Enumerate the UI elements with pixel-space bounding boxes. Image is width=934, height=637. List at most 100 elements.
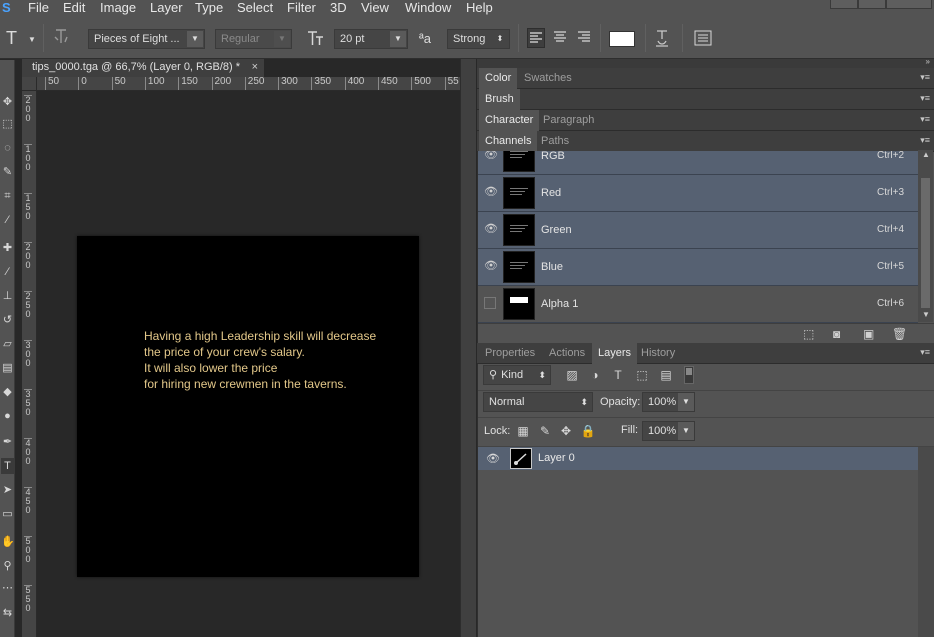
- channel-row-red[interactable]: 👁 Red Ctrl+3: [478, 175, 918, 212]
- eraser-tool-icon[interactable]: ▱: [1, 336, 14, 352]
- channel-row-green[interactable]: 👁 Green Ctrl+4: [478, 212, 918, 249]
- opacity-field[interactable]: 100% ▼: [642, 392, 695, 412]
- image-canvas[interactable]: Having a high Leadership skill will decr…: [77, 236, 419, 577]
- channel-row-blue[interactable]: 👁 Blue Ctrl+5: [478, 249, 918, 286]
- gradient-tool-icon[interactable]: ▤: [1, 360, 14, 376]
- tab-brush[interactable]: Brush: [479, 89, 520, 110]
- zoom-tool-icon[interactable]: ⚲: [1, 558, 14, 574]
- anti-alias-dropdown[interactable]: Strong ⬍: [447, 29, 510, 49]
- minimize-button[interactable]: [830, 0, 858, 9]
- align-left-icon[interactable]: [527, 28, 545, 48]
- scroll-thumb[interactable]: [921, 178, 930, 308]
- visibility-checkbox[interactable]: [484, 297, 496, 309]
- menu-view[interactable]: View: [361, 0, 389, 18]
- tab-channels[interactable]: Channels: [479, 131, 538, 152]
- eyedropper-tool-icon[interactable]: ⁄: [1, 212, 14, 228]
- pixel-filter-icon[interactable]: ▨: [564, 367, 580, 383]
- move-tool-icon[interactable]: ✥: [1, 94, 14, 110]
- eye-icon[interactable]: 👁: [484, 223, 498, 235]
- fill-field[interactable]: 100% ▼: [642, 421, 695, 441]
- shape-tool-icon[interactable]: ▭: [1, 506, 14, 522]
- panel-menu-icon[interactable]: ▾≡: [920, 72, 930, 82]
- lock-all-icon[interactable]: 🔒: [580, 423, 596, 439]
- menu-window[interactable]: Window: [405, 0, 451, 18]
- lasso-tool-icon[interactable]: ◌: [1, 140, 14, 156]
- tab-properties[interactable]: Properties: [479, 343, 541, 364]
- scroll-down-icon[interactable]: ▼: [922, 310, 930, 319]
- menu-3d[interactable]: 3D: [330, 0, 347, 18]
- eye-icon[interactable]: 👁: [484, 260, 498, 272]
- chevron-down-icon[interactable]: ▼: [678, 393, 694, 411]
- warp-text-icon[interactable]: [654, 28, 670, 54]
- layers-scrollbar[interactable]: [918, 447, 934, 637]
- type-filter-icon[interactable]: T: [610, 367, 626, 383]
- channels-scrollbar[interactable]: ▲ ▼: [918, 150, 933, 322]
- pen-tool-icon[interactable]: ✒: [1, 434, 14, 450]
- menu-filter[interactable]: Filter: [287, 0, 316, 18]
- load-selection-icon[interactable]: ⬚: [803, 327, 814, 341]
- blur-tool-icon[interactable]: ◆: [1, 384, 14, 400]
- history-brush-tool-icon[interactable]: ↺: [1, 312, 14, 328]
- document-tab[interactable]: tips_0000.tga @ 66,7% (Layer 0, RGB/8) *…: [22, 59, 264, 77]
- dodge-tool-icon[interactable]: ●: [1, 408, 14, 424]
- menu-select[interactable]: Select: [237, 0, 273, 18]
- font-family-dropdown[interactable]: Pieces of Eight ... ▼: [88, 29, 205, 49]
- adjustment-filter-icon[interactable]: ◑: [587, 367, 603, 383]
- eye-icon[interactable]: 👁: [486, 452, 500, 465]
- smart-object-filter-icon[interactable]: ▤: [658, 367, 674, 383]
- panel-menu-icon[interactable]: ▾≡: [920, 93, 930, 103]
- menu-edit[interactable]: Edit: [63, 0, 85, 18]
- edit-toolbar-icon[interactable]: ⋯: [1, 580, 14, 596]
- menu-file[interactable]: File: [28, 0, 49, 18]
- font-size-dropdown[interactable]: 20 pt ▼: [334, 29, 408, 49]
- layer-row[interactable]: 👁 Layer 0: [478, 447, 918, 470]
- filter-toggle[interactable]: [684, 366, 694, 384]
- tab-swatches[interactable]: Swatches: [518, 68, 578, 89]
- align-right-icon[interactable]: [576, 28, 592, 52]
- maximize-button[interactable]: [858, 0, 886, 9]
- tab-character[interactable]: Character: [479, 110, 540, 131]
- save-selection-icon[interactable]: ◙: [833, 327, 840, 341]
- character-panel-toggle-icon[interactable]: [694, 30, 712, 52]
- clone-stamp-tool-icon[interactable]: ⊥: [1, 288, 14, 304]
- panel-menu-icon[interactable]: ▾≡: [920, 135, 930, 145]
- type-tool-icon[interactable]: T: [1, 458, 14, 474]
- healing-tool-icon[interactable]: ✚: [1, 240, 14, 256]
- lock-position-icon[interactable]: ✥: [558, 423, 574, 439]
- tool-preset-arrow-icon[interactable]: ▼: [28, 30, 36, 50]
- blend-mode-dropdown[interactable]: Normal ⬍: [483, 392, 593, 412]
- channel-row-alpha[interactable]: Alpha 1 Ctrl+6: [478, 286, 918, 323]
- path-select-tool-icon[interactable]: ➤: [1, 482, 14, 498]
- chevron-down-icon[interactable]: ▼: [678, 422, 694, 440]
- font-style-dropdown[interactable]: Regular ▼: [215, 29, 292, 49]
- brush-tool-icon[interactable]: ∕: [1, 264, 14, 280]
- ruler-origin[interactable]: [22, 77, 37, 91]
- close-icon[interactable]: ×: [252, 59, 258, 76]
- quick-select-tool-icon[interactable]: ✎: [1, 164, 14, 180]
- text-color-swatch[interactable]: [609, 31, 635, 47]
- tab-layers[interactable]: Layers: [592, 343, 638, 364]
- lock-image-icon[interactable]: ✎: [537, 423, 553, 439]
- menu-image[interactable]: Image: [100, 0, 136, 18]
- scroll-up-icon[interactable]: ▲: [922, 150, 930, 159]
- panel-menu-icon[interactable]: ▾≡: [920, 114, 930, 124]
- panel-menu-icon[interactable]: ▾≡: [920, 347, 930, 357]
- menu-layer[interactable]: Layer: [150, 0, 183, 18]
- lock-transparency-icon[interactable]: ▦: [515, 423, 531, 439]
- document-vertical-scrollbar[interactable]: [460, 59, 476, 637]
- tab-history[interactable]: History: [635, 343, 681, 364]
- tab-color[interactable]: Color: [479, 68, 518, 89]
- collapse-panels-icon[interactable]: »: [926, 57, 930, 66]
- marquee-tool-icon[interactable]: ⬚: [1, 116, 14, 132]
- crop-tool-icon[interactable]: ⌗: [1, 188, 14, 204]
- tab-paths[interactable]: Paths: [535, 131, 575, 152]
- tab-actions[interactable]: Actions: [543, 343, 591, 364]
- new-channel-icon[interactable]: ▣: [863, 327, 874, 341]
- menu-help[interactable]: Help: [466, 0, 493, 18]
- text-orientation-icon[interactable]: [54, 28, 70, 52]
- eye-icon[interactable]: 👁: [484, 186, 498, 198]
- close-window-button[interactable]: [886, 0, 932, 9]
- align-center-icon[interactable]: [552, 28, 568, 52]
- shape-filter-icon[interactable]: ⬚: [634, 367, 650, 383]
- tab-paragraph[interactable]: Paragraph: [537, 110, 600, 131]
